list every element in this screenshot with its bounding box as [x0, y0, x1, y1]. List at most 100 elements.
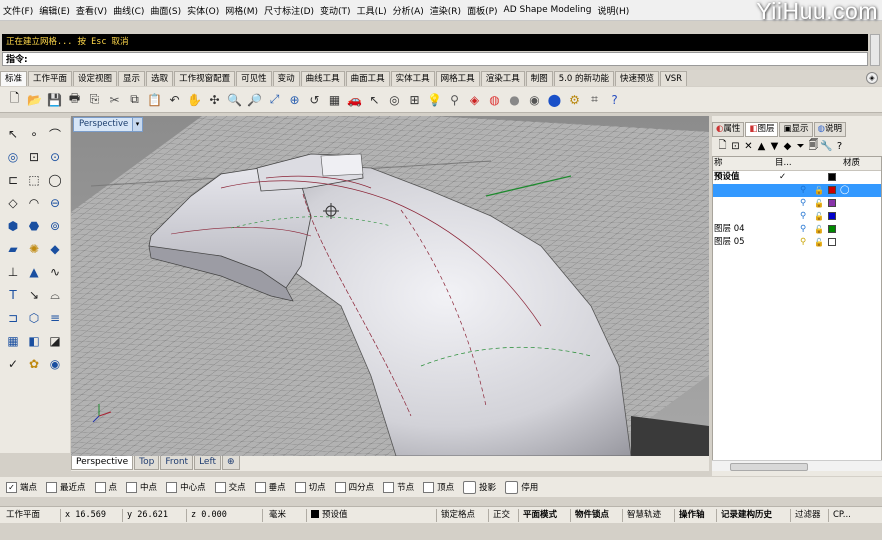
osnap-option[interactable]: 点 [94, 481, 117, 493]
tab-display[interactable]: ▣显示 [779, 122, 813, 137]
left-tool-8-icon[interactable]: ◯ [45, 170, 65, 190]
osnap-option[interactable]: 最近点 [46, 481, 86, 493]
left-tool-2-icon[interactable]: ⌒ [45, 124, 65, 144]
menu-dimension[interactable]: 尺寸标注(D) [261, 4, 317, 17]
osnap-checkbox[interactable] [294, 481, 306, 493]
toolbar-tab-6[interactable]: 可见性 [236, 71, 272, 86]
toolbar-tab-8[interactable]: 曲线工具 [300, 71, 345, 86]
undo-view-icon[interactable]: ↺ [306, 91, 323, 108]
column-name[interactable]: 称 [714, 157, 723, 170]
menu-mesh[interactable]: 网格(M) [222, 4, 261, 17]
new-sublayer-icon[interactable]: ⊡ [729, 141, 742, 152]
tab-layers[interactable]: ◧图层 [745, 122, 779, 137]
left-tool-6-icon[interactable]: ⊏ [3, 170, 23, 190]
left-tool-24-icon[interactable]: ⊐ [3, 308, 23, 328]
new-layer-icon[interactable]: 🗋 [716, 138, 729, 155]
toolbar-tab-5[interactable]: 工作视窗配置 [174, 71, 236, 86]
menu-solid[interactable]: 实体(O) [184, 4, 222, 17]
osnap-option[interactable]: 四分点 [334, 481, 374, 493]
toolbar-tab-11[interactable]: 网格工具 [435, 71, 480, 86]
print-icon[interactable]: 🖶 [66, 91, 83, 108]
left-tool-19-icon[interactable]: ▲ [24, 262, 44, 282]
left-tool-10-icon[interactable]: ◠ [24, 193, 44, 213]
layer-color-swatch[interactable] [828, 199, 836, 207]
osnap-option[interactable]: 交点 [214, 481, 246, 493]
tab-top[interactable]: Top [134, 456, 160, 470]
left-tool-13-icon[interactable]: ⬣ [24, 216, 44, 236]
menu-transform[interactable]: 变动(T) [317, 4, 354, 17]
left-tool-18-icon[interactable]: ⊥ [3, 262, 23, 282]
toolbar-tab-7[interactable]: 变动 [272, 71, 300, 86]
menu-ad-shape-modeling[interactable]: AD Shape Modeling [501, 5, 595, 15]
osnap-checkbox[interactable]: ✓ [6, 481, 17, 493]
material-icon[interactable]: ◈ [466, 91, 483, 108]
layer-lock-icon[interactable]: 🔓 [814, 236, 824, 249]
zoom-extents-icon[interactable]: ⤢ [266, 91, 283, 108]
move-up-icon[interactable]: ▲ [755, 141, 768, 152]
left-tool-22-icon[interactable]: ↘ [24, 285, 44, 305]
osnap-checkbox[interactable] [254, 481, 266, 493]
menu-surface[interactable]: 曲面(S) [147, 4, 184, 17]
layer-visibility-icon[interactable]: ⚲ [800, 210, 806, 223]
left-tool-30-icon[interactable]: ✓ [3, 354, 23, 374]
osnap-toggle[interactable]: 物件锁点 [570, 509, 622, 522]
osnap-checkbox[interactable] [214, 481, 226, 493]
osnap-toggle-0[interactable]: 投影 [463, 480, 496, 494]
toolbar-tab-12[interactable]: 渲染工具 [480, 71, 525, 86]
osnap-option[interactable]: 垂点 [254, 481, 286, 493]
menu-render[interactable]: 渲染(R) [427, 4, 464, 17]
viewport-menu-chevron-down-icon[interactable]: ▾ [132, 117, 143, 132]
layer-color-swatch[interactable] [828, 225, 836, 233]
toolbar-options-icon[interactable]: ◈ [866, 72, 878, 84]
menu-curve[interactable]: 曲线(C) [110, 4, 147, 17]
menu-file[interactable]: 文件(F) [0, 4, 36, 17]
filter-icon[interactable]: ⏷ [794, 141, 807, 152]
grid-snap-toggle[interactable]: 锁定格点 [436, 509, 488, 522]
left-tool-9-icon[interactable]: ◇ [3, 193, 23, 213]
layer-row[interactable]: 预设值 ✓ [713, 171, 881, 184]
toolbar-tab-14[interactable]: 5.0 的新功能 [553, 71, 614, 86]
left-tool-32-icon[interactable]: ◉ [45, 354, 65, 374]
toggle-box[interactable] [463, 480, 477, 494]
layer-row[interactable]: ⚲ 🔓 [713, 210, 881, 223]
blue-sphere-icon[interactable]: ⬤ [546, 91, 563, 108]
gumball-toggle[interactable]: 操作轴 [674, 509, 716, 522]
cut-icon[interactable]: ✂ [106, 91, 123, 108]
osnap-checkbox[interactable] [46, 481, 58, 493]
cplane-label[interactable]: 工作平面 [2, 509, 60, 522]
perspective-viewport[interactable]: Perspective ▾ [71, 116, 709, 456]
panel-horizontal-scrollbar[interactable] [712, 460, 882, 471]
layer-color-swatch[interactable] [828, 173, 836, 181]
left-tool-21-icon[interactable]: Τ [3, 285, 23, 305]
help-icon[interactable]: ? [606, 91, 623, 108]
layer-color-swatch[interactable] [828, 238, 836, 246]
menu-view[interactable]: 查看(V) [73, 4, 110, 17]
layer-lock-icon[interactable]: 🔓 [814, 223, 824, 236]
command-line[interactable]: 指令: [2, 52, 868, 66]
properties-icon[interactable]: ⌗ [586, 91, 603, 108]
layer-material-icon[interactable]: ◯ [840, 184, 850, 197]
layer-visibility-icon[interactable]: ⚲ [800, 197, 806, 210]
ortho-toggle[interactable]: 正交 [488, 509, 518, 522]
left-tool-1-icon[interactable]: ∘ [24, 124, 44, 144]
toolbar-tab-13[interactable]: 制图 [525, 71, 553, 86]
toolbar-tab-2[interactable]: 设定视图 [73, 71, 118, 86]
column-material[interactable]: 材质 [843, 157, 860, 170]
layer-visibility-icon[interactable]: ⚲ [800, 236, 806, 249]
tab-help[interactable]: ◍说明 [813, 122, 846, 137]
help-icon[interactable]: ? [833, 141, 846, 152]
left-tool-23-icon[interactable]: ⌓ [45, 285, 65, 305]
toolbar-tab-1[interactable]: 工作平面 [28, 71, 73, 86]
osnap-option[interactable]: 中心点 [166, 481, 206, 493]
smarttrack-toggle[interactable]: 智慧轨迹 [622, 509, 674, 522]
paste-icon[interactable]: 📋 [146, 91, 163, 108]
toolbar-tab-16[interactable]: VSR [659, 71, 688, 86]
select-icon[interactable]: ↖ [366, 91, 383, 108]
viewport-title[interactable]: Perspective [73, 117, 135, 132]
osnap-checkbox[interactable] [383, 481, 395, 493]
render-sphere-icon[interactable]: ◉ [526, 91, 543, 108]
import-icon[interactable]: ⎘ [86, 91, 103, 108]
layer-visibility-icon[interactable]: ⚲ [800, 184, 806, 197]
osnap-checkbox[interactable] [423, 481, 435, 493]
osnap-option[interactable]: ✓ 端点 [6, 481, 37, 493]
